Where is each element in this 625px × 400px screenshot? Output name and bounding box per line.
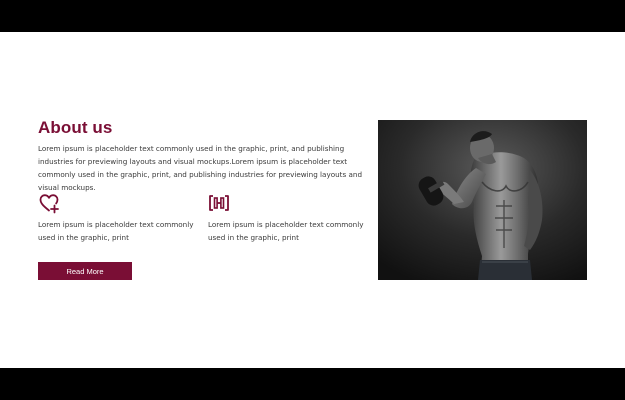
feature-dumbbell-text: Lorem ipsum is placeholder text commonly… [208, 220, 364, 242]
read-more-button[interactable]: Read More [38, 262, 132, 280]
bodybuilder-photo [378, 120, 587, 280]
about-title: About us [38, 118, 113, 137]
feature-heart: Lorem ipsum is placeholder text commonly… [38, 192, 203, 242]
dumbbell-icon [208, 192, 230, 214]
feature-dumbbell: Lorem ipsum is placeholder text commonly… [208, 192, 373, 242]
about-intro-text: Lorem ipsum is placeholder text commonly… [38, 144, 363, 192]
feature-heart-text: Lorem ipsum is placeholder text commonly… [38, 220, 194, 242]
heart-plus-icon [38, 192, 60, 214]
